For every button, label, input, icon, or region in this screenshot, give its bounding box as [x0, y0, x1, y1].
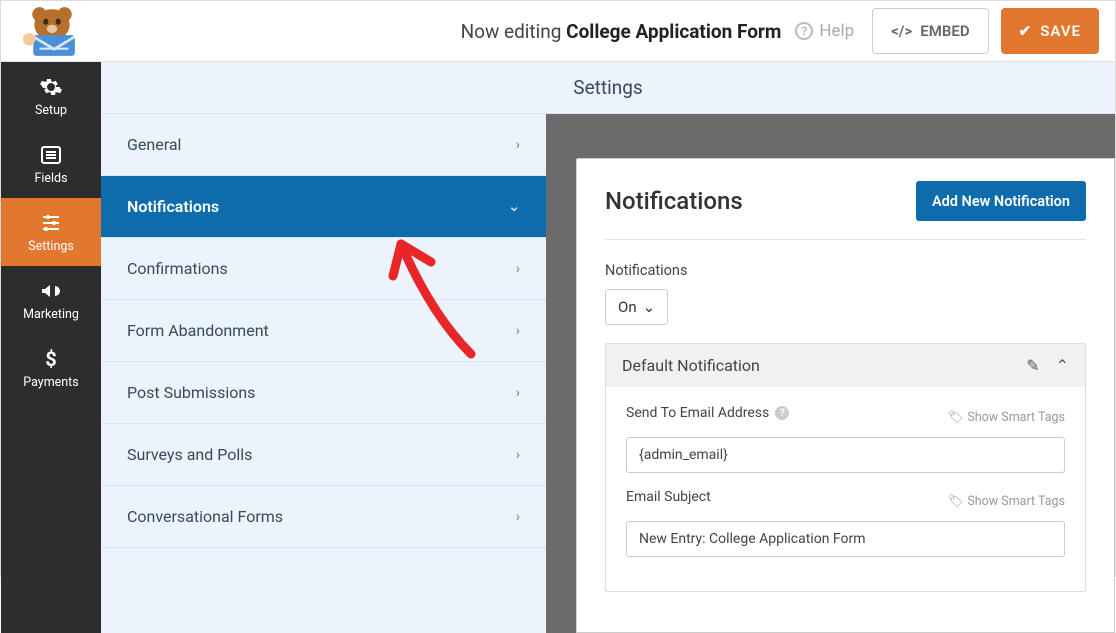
smart-tags-link[interactable]: 🏷Show Smart Tags: [947, 494, 1065, 509]
notifications-toggle[interactable]: On ⌄: [605, 289, 668, 325]
help-icon: ?: [795, 22, 813, 40]
list-icon: [39, 143, 63, 167]
subject-label: Email Subject: [626, 489, 711, 505]
subnav-item-confirmations[interactable]: Confirmations›: [101, 238, 546, 300]
toggle-label: Notifications: [605, 262, 1086, 279]
subnav-item-notifications[interactable]: Notifications⌄: [101, 176, 546, 238]
edit-icon[interactable]: ✎: [1026, 356, 1039, 375]
subnav-item-form-abandonment[interactable]: Form Abandonment›: [101, 300, 546, 362]
sidebar-item-settings[interactable]: Settings: [1, 198, 101, 266]
code-icon: </>: [891, 22, 912, 40]
chevron-right-icon: ›: [516, 385, 520, 401]
notifications-panel: Notifications Add New Notification Notif…: [576, 158, 1115, 633]
chevron-right-icon: ›: [516, 509, 520, 525]
chevron-right-icon: ›: [516, 323, 520, 339]
subnav-item-surveys[interactable]: Surveys and Polls›: [101, 424, 546, 486]
panel-title: Notifications: [605, 187, 743, 215]
send-to-input[interactable]: [626, 437, 1065, 473]
app-logo: [11, 1, 93, 61]
send-to-label: Send To Email Address?: [626, 405, 789, 421]
primary-sidebar: Setup Fields Settings Marketing $ Paymen…: [1, 62, 101, 633]
chevron-right-icon: ›: [516, 137, 520, 153]
tag-icon: 🏷: [947, 410, 963, 425]
settings-subnav: General› Notifications⌄ Confirmations› F…: [101, 114, 546, 633]
bullhorn-icon: [39, 279, 63, 303]
help-icon[interactable]: ?: [775, 406, 789, 420]
chevron-right-icon: ›: [516, 261, 520, 277]
subject-input[interactable]: [626, 521, 1065, 557]
tag-icon: 🏷: [947, 494, 963, 509]
chevron-right-icon: ›: [516, 447, 520, 463]
sidebar-item-payments[interactable]: $ Payments: [1, 334, 101, 402]
sidebar-item-setup[interactable]: Setup: [1, 62, 101, 130]
save-button[interactable]: ✔ SAVE: [1001, 8, 1099, 54]
collapse-icon[interactable]: ⌃: [1056, 356, 1069, 375]
editing-label: Now editing College Application Form: [461, 20, 782, 43]
sidebar-item-fields[interactable]: Fields: [1, 130, 101, 198]
sidebar-item-marketing[interactable]: Marketing: [1, 266, 101, 334]
gear-icon: [39, 75, 63, 99]
sliders-icon: [39, 211, 63, 235]
dollar-icon: $: [39, 347, 63, 371]
smart-tags-link[interactable]: 🏷Show Smart Tags: [947, 410, 1065, 425]
subnav-item-conversational[interactable]: Conversational Forms›: [101, 486, 546, 548]
chevron-down-icon: ⌄: [643, 298, 656, 316]
add-notification-button[interactable]: Add New Notification: [916, 181, 1086, 221]
embed-button[interactable]: </> EMBED: [872, 8, 988, 54]
subnav-item-general[interactable]: General›: [101, 114, 546, 176]
check-icon: ✔: [1019, 22, 1033, 40]
page-title: Settings: [101, 62, 1115, 114]
svg-text:$: $: [45, 347, 56, 371]
subnav-item-post-submissions[interactable]: Post Submissions›: [101, 362, 546, 424]
chevron-down-icon: ⌄: [508, 199, 520, 215]
help-link[interactable]: ? Help: [795, 21, 854, 41]
notification-row-header[interactable]: Default Notification ✎ ⌃: [606, 344, 1085, 387]
